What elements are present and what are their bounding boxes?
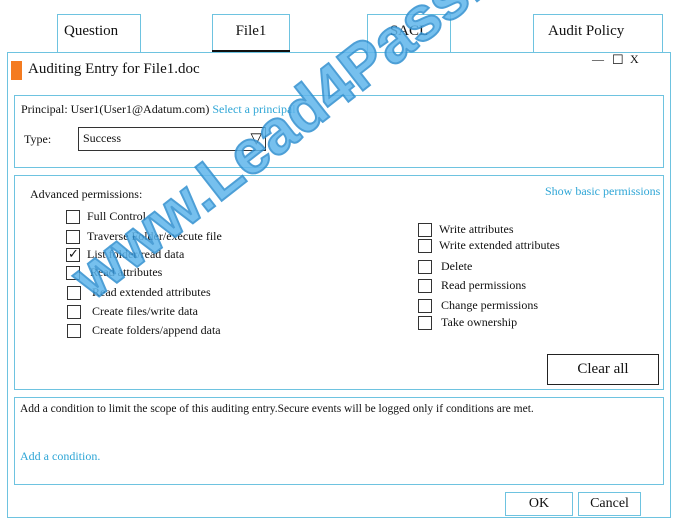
tab-file1[interactable]: File1	[212, 14, 290, 52]
checkbox[interactable]	[418, 223, 432, 237]
checkbox[interactable]	[418, 316, 432, 330]
close-icon[interactable]: X	[630, 52, 639, 67]
permission-label: Write attributes	[439, 222, 514, 236]
type-label: Type:	[24, 132, 52, 146]
tab-audit-policy[interactable]: Audit Policy	[533, 14, 663, 52]
tab-question[interactable]: Question	[57, 14, 141, 52]
dropdown-arrow-icon: ▽	[250, 131, 262, 147]
checkbox[interactable]	[67, 305, 81, 319]
ok-button[interactable]: OK	[505, 492, 573, 516]
permission-label: Create folders/append data	[92, 323, 221, 337]
checkbox[interactable]	[418, 299, 432, 313]
select-principal-link[interactable]: Select a principal	[212, 102, 295, 116]
permission-label: Read attributes	[90, 265, 163, 279]
permission-label: Write extended attributes	[439, 238, 560, 252]
window-title: Auditing Entry for File1.doc	[28, 61, 200, 77]
add-condition-link[interactable]: Add a condition.	[20, 449, 100, 464]
permission-label: Take ownership	[441, 315, 518, 329]
show-basic-permissions-link[interactable]: Show basic permissions	[545, 184, 660, 199]
checkbox[interactable]	[418, 239, 432, 253]
condition-text: Add a condition to limit the scope of th…	[20, 403, 534, 415]
checkbox[interactable]	[66, 266, 80, 280]
principal-label: Principal: User1(User1@Adatum.com)	[21, 102, 210, 116]
permission-label: Create files/write data	[92, 304, 198, 318]
permission-label: Read extended attributes	[92, 285, 211, 299]
type-value: Success	[83, 131, 121, 145]
permission-label: Delete	[441, 259, 473, 273]
principal-row: Principal: User1(User1@Adatum.com) Selec…	[21, 102, 296, 117]
permissions-heading: Advanced permissions:	[30, 187, 143, 201]
checkbox[interactable]	[67, 324, 81, 338]
checkbox[interactable]	[66, 210, 80, 224]
type-dropdown[interactable]: Success ▽	[78, 127, 266, 151]
cancel-button[interactable]: Cancel	[578, 492, 641, 516]
permission-label: Full Control	[87, 209, 147, 223]
checkbox[interactable]	[418, 260, 432, 274]
window-icon	[11, 61, 22, 80]
check-icon: ✓	[68, 246, 79, 261]
maximize-icon[interactable]: ☐	[612, 52, 624, 68]
checkbox[interactable]: ✓	[66, 246, 80, 262]
clear-all-button[interactable]: Clear all	[547, 354, 659, 385]
permission-label: Read permissions	[441, 278, 526, 292]
permission-label: Traverse Folder/execute file	[87, 229, 222, 243]
checkbox[interactable]	[67, 286, 81, 300]
permission-label: Change permissions	[441, 298, 538, 312]
checkbox[interactable]	[66, 230, 80, 244]
permission-label: List folder/read data	[87, 247, 185, 261]
minimize-icon[interactable]: —	[592, 52, 604, 67]
checkbox[interactable]	[418, 279, 432, 293]
tab-sacl[interactable]: SACL	[367, 14, 451, 52]
